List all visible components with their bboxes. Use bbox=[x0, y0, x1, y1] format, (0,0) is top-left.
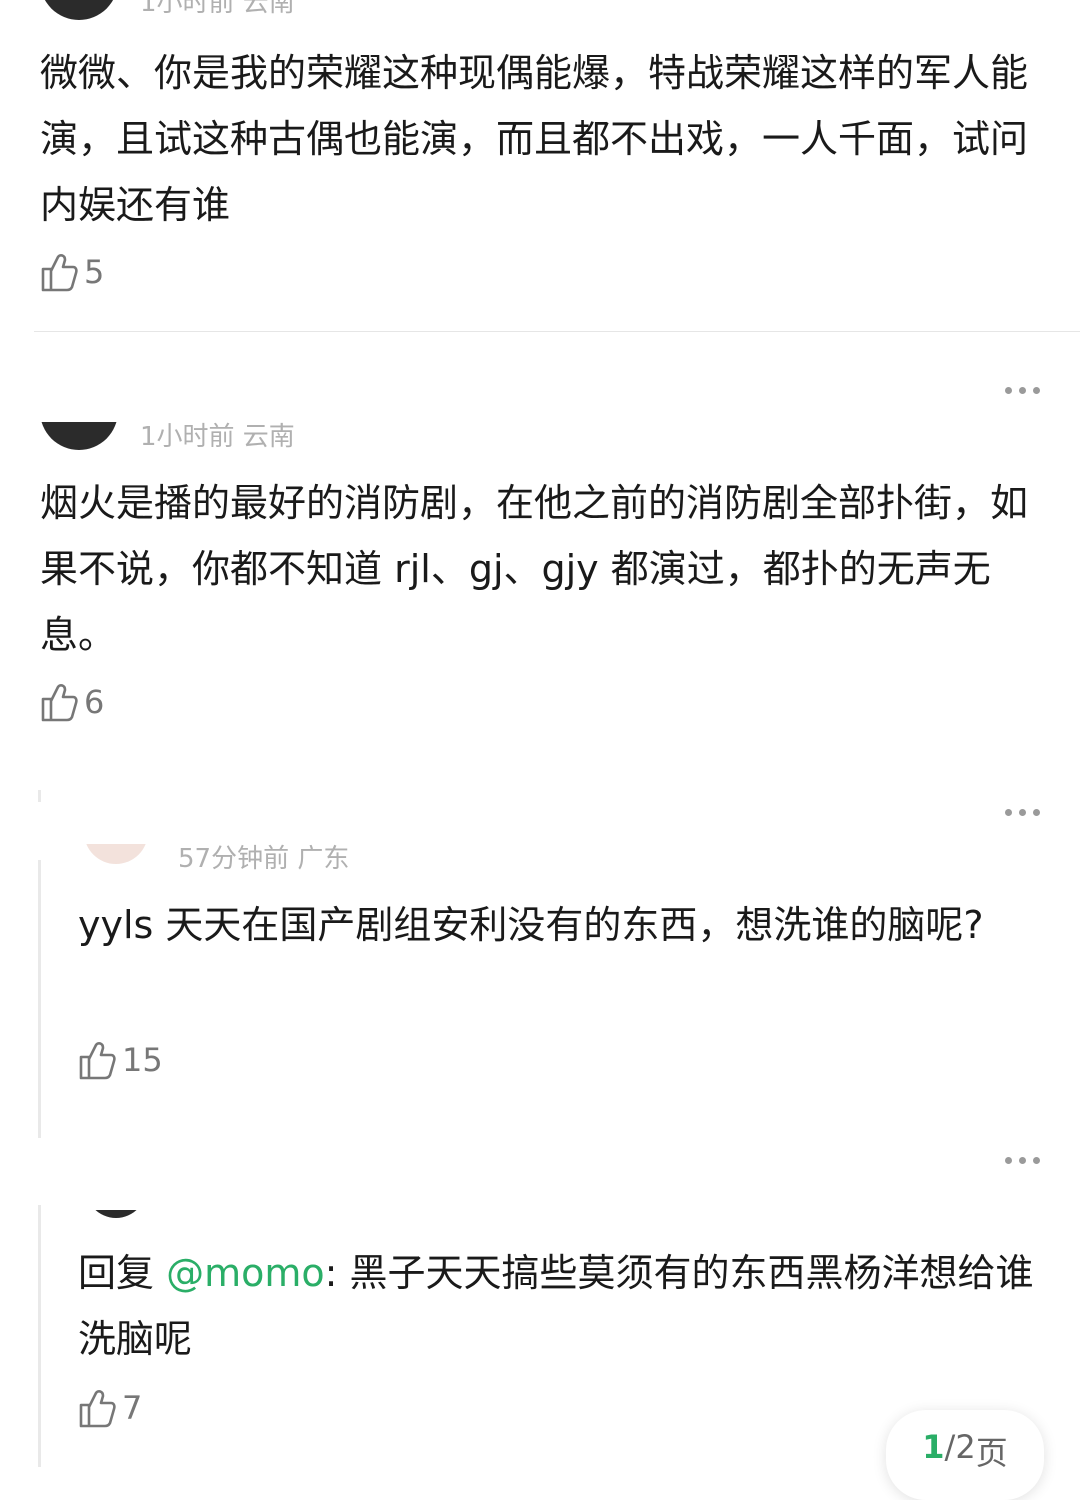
comment-meta: 1小时前 云南 bbox=[140, 0, 295, 18]
page-indicator[interactable]: 1/2 页 bbox=[886, 1410, 1044, 1500]
like-button[interactable]: 5 bbox=[40, 252, 104, 292]
header-mask bbox=[42, 780, 992, 844]
thumbs-up-icon bbox=[78, 1388, 116, 1428]
comment-text: 烟火是播的最好的消防剧，在他之前的消防剧全部扑街，如果不说，你都不知道 rjl、… bbox=[40, 481, 1029, 657]
thumbs-up-icon bbox=[78, 1040, 116, 1080]
page-unit: 页 bbox=[975, 1434, 1008, 1472]
like-button[interactable]: 7 bbox=[78, 1388, 142, 1428]
comment-text: 微微、你是我的荣耀这种现偶能爆，特战荣耀这样的军人能演，且试这种古偶也能演，而且… bbox=[40, 51, 1029, 227]
current-page: 1 bbox=[922, 1428, 945, 1466]
reply-prefix: 回复 bbox=[78, 1251, 167, 1295]
like-button[interactable]: 15 bbox=[78, 1040, 163, 1080]
avatar[interactable] bbox=[40, 0, 118, 20]
like-count: 6 bbox=[84, 683, 105, 721]
total-pages: 2 bbox=[955, 1428, 976, 1466]
more-dots-icon[interactable] bbox=[1005, 809, 1040, 816]
header-mask bbox=[0, 348, 990, 422]
reply-indent-bar bbox=[38, 790, 41, 802]
page-separator: / bbox=[944, 1428, 956, 1466]
like-count: 15 bbox=[122, 1041, 163, 1079]
reply-text: yyls 天天在国产剧组安利没有的东西，想洗谁的脑呢? bbox=[78, 903, 984, 947]
thumbs-up-icon bbox=[40, 682, 78, 722]
more-dots-icon[interactable] bbox=[1005, 1157, 1040, 1164]
reply-indent-bar bbox=[38, 860, 41, 1138]
more-dots-icon[interactable] bbox=[1005, 387, 1040, 394]
mention-link[interactable]: @momo bbox=[166, 1251, 325, 1295]
reply-meta: 57分钟前 广东 bbox=[178, 844, 350, 874]
reply-indent-bar bbox=[38, 1205, 41, 1467]
like-button[interactable]: 6 bbox=[40, 682, 104, 722]
comment-meta: 1小时前 云南 bbox=[140, 422, 295, 452]
like-count: 5 bbox=[84, 253, 105, 291]
header-mask bbox=[42, 1130, 992, 1210]
reply-text: 回复 @momo: 黑子天天搞些莫须有的东西黑杨洋想给谁洗脑呢 bbox=[78, 1240, 1038, 1372]
like-count: 7 bbox=[122, 1389, 143, 1427]
thumbs-up-icon bbox=[40, 252, 78, 292]
comment-divider bbox=[34, 331, 1080, 332]
